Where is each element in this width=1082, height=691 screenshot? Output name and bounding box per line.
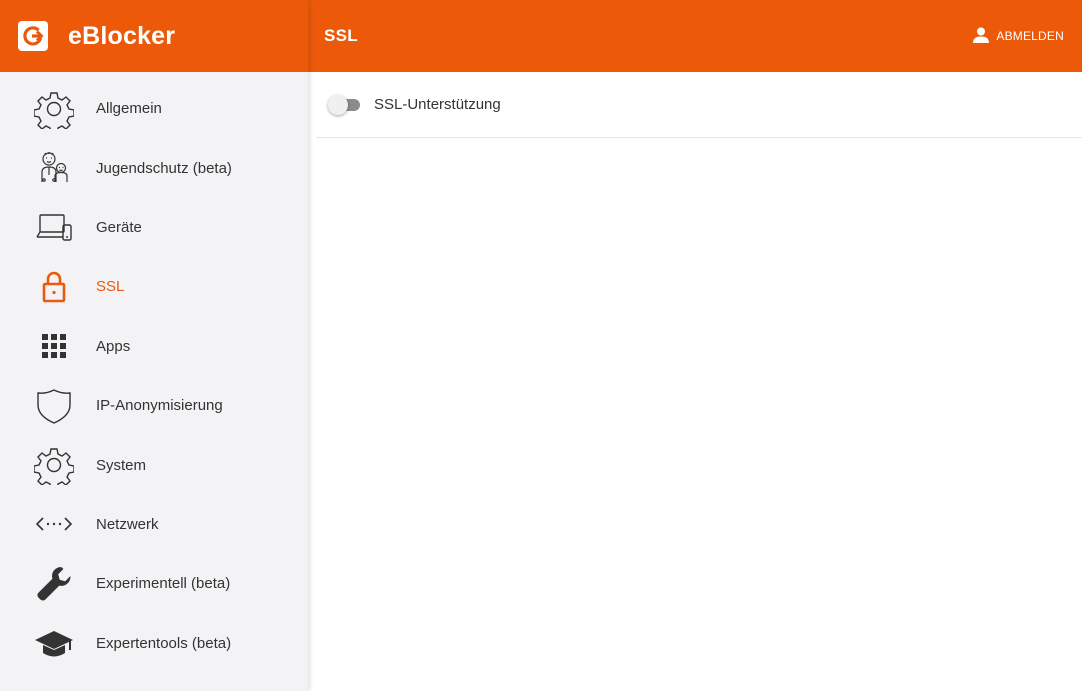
wrench-icon bbox=[34, 564, 74, 604]
top-header: SSL ABMELDEN bbox=[308, 0, 1082, 72]
gear-icon bbox=[34, 89, 74, 129]
sidebar-item-expertentools[interactable]: Expertentools (beta) bbox=[0, 614, 308, 673]
sidebar-item-label: SSL bbox=[96, 278, 125, 296]
sidebar-item-label: Apps bbox=[96, 337, 131, 355]
sidebar-item-allgemein[interactable]: Allgemein bbox=[0, 79, 308, 138]
eblocker-logo-icon bbox=[18, 21, 48, 51]
family-icon bbox=[34, 148, 74, 188]
sidebar-item-label: Geräte bbox=[96, 218, 142, 236]
gear-icon bbox=[34, 445, 74, 486]
page-title: SSL bbox=[324, 26, 358, 45]
sidebar-item-geraete[interactable]: Geräte bbox=[0, 198, 308, 257]
sidebar-item-system[interactable]: System bbox=[0, 435, 308, 494]
sidebar-item-label: Netzwerk bbox=[96, 515, 159, 533]
sidebar-item-ip-anonymisierung[interactable]: IP-Anonymisierung bbox=[0, 376, 308, 435]
sidebar-item-label: Allgemein bbox=[96, 100, 162, 118]
sidebar-item-label: Jugendschutz (beta) bbox=[96, 159, 232, 177]
sidebar-item-apps[interactable]: Apps bbox=[0, 317, 308, 376]
shield-icon bbox=[34, 386, 74, 426]
sidebar-item-label: IP-Anonymisierung bbox=[96, 397, 223, 415]
switch-thumb bbox=[328, 94, 348, 115]
sidebar-item-label: System bbox=[96, 456, 147, 474]
sidebar-item-ssl[interactable]: SSL bbox=[0, 257, 308, 316]
app-window: eBlocker Allgemein Jugendschutz (beta) G… bbox=[0, 0, 1082, 691]
lock-icon bbox=[34, 267, 74, 307]
sidebar-item-label: Expertentools (beta) bbox=[96, 634, 232, 652]
brand-header[interactable]: eBlocker bbox=[0, 0, 308, 72]
network-icon bbox=[34, 504, 74, 544]
ssl-toggle-label[interactable]: SSL-Unterstützung bbox=[374, 96, 501, 113]
sidebar-item-label: Experimentell (beta) bbox=[96, 575, 231, 593]
sidebar-item-experimentell[interactable]: Experimentell (beta) bbox=[0, 554, 308, 613]
user-icon bbox=[972, 27, 990, 46]
logout-button[interactable]: ABMELDEN bbox=[972, 27, 1064, 46]
main-content: SSL-Unterstützung bbox=[316, 72, 1082, 691]
sidebar: eBlocker Allgemein Jugendschutz (beta) G… bbox=[0, 0, 308, 691]
devices-icon bbox=[34, 207, 74, 247]
ssl-toggle-switch[interactable] bbox=[326, 94, 362, 115]
sidebar-item-jugendschutz[interactable]: Jugendschutz (beta) bbox=[0, 138, 308, 197]
sidebar-item-netzwerk[interactable]: Netzwerk bbox=[0, 495, 308, 554]
logout-label: ABMELDEN bbox=[996, 29, 1064, 43]
sidebar-nav: Allgemein Jugendschutz (beta) Geräte SSL… bbox=[0, 72, 308, 673]
brand-name: eBlocker bbox=[68, 21, 176, 50]
graduation-cap-icon bbox=[34, 623, 74, 663]
apps-grid-icon bbox=[34, 326, 74, 366]
ssl-setting-row: SSL-Unterstützung bbox=[316, 72, 1082, 138]
